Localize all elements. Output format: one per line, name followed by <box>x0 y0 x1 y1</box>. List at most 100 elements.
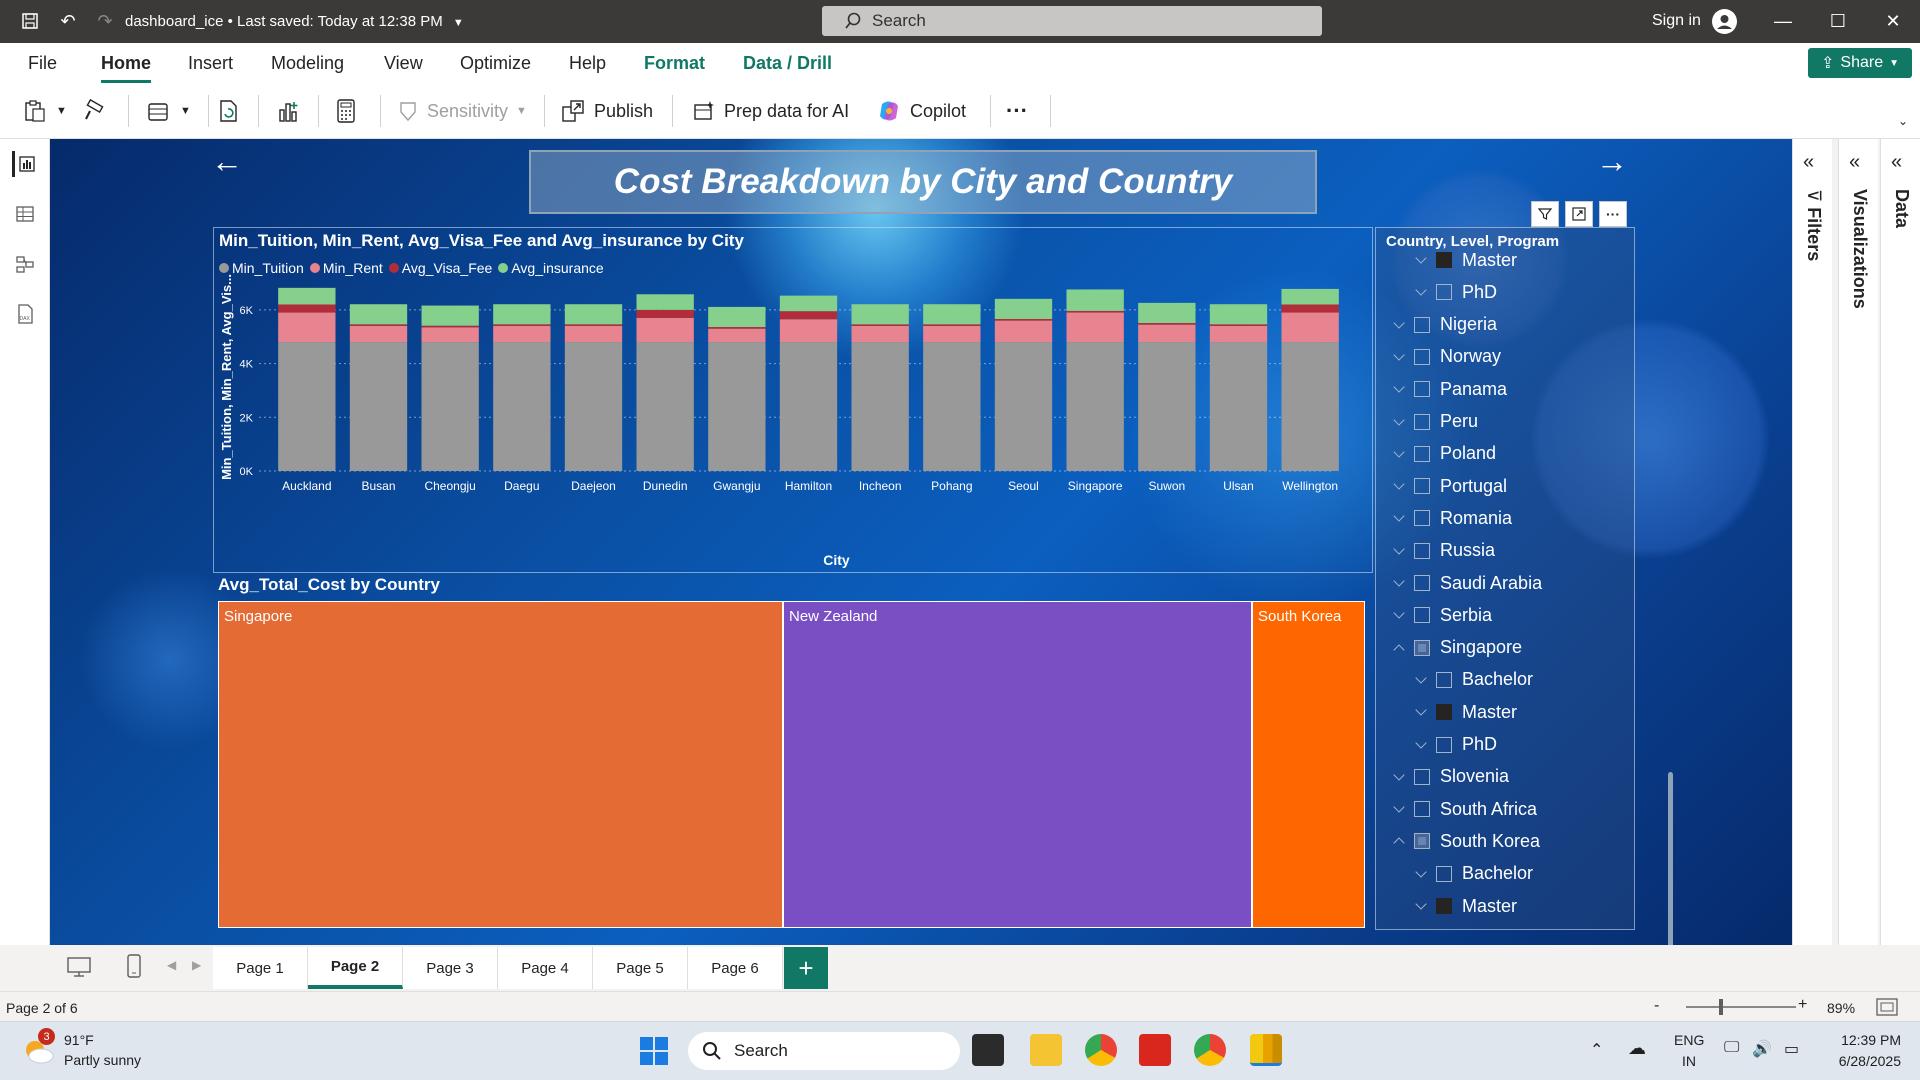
checkbox[interactable] <box>1414 801 1430 818</box>
more-options-button[interactable]: ··· <box>1006 93 1028 129</box>
checkbox[interactable] <box>1414 575 1430 591</box>
checkbox[interactable] <box>1414 478 1430 495</box>
checkbox[interactable] <box>1414 316 1430 333</box>
chevron-up-icon[interactable] <box>1392 834 1406 848</box>
tab-format[interactable]: Format <box>644 53 705 74</box>
slicer-item[interactable]: Poland <box>1392 440 1496 468</box>
chevron-down-icon[interactable] <box>1414 285 1428 299</box>
tab-view[interactable]: View <box>384 53 423 74</box>
tab-home[interactable]: Home <box>101 53 152 83</box>
treemap-tile-singapore[interactable]: Singapore <box>218 601 783 928</box>
stacked-bar-chart[interactable]: Min_Tuition, Min_Rent, Avg_Visa_Fee and … <box>213 227 1373 573</box>
zoom-slider[interactable] <box>1686 1006 1796 1008</box>
slicer-item[interactable]: PhD <box>1414 731 1497 759</box>
fit-to-page-icon[interactable] <box>1876 998 1898 1019</box>
slicer-item[interactable]: Master <box>1414 892 1517 920</box>
volume-icon[interactable]: 🔊 <box>1752 1039 1772 1059</box>
chevron-down-icon[interactable] <box>1392 350 1406 364</box>
file-explorer-icon[interactable] <box>1030 1034 1062 1066</box>
onedrive-icon[interactable]: ☁ <box>1628 1038 1646 1059</box>
chevron-up-icon[interactable] <box>1392 641 1406 655</box>
slicer-item[interactable]: Master <box>1414 246 1517 274</box>
tab-optimize[interactable]: Optimize <box>460 53 531 74</box>
clock-time[interactable]: 12:39 PM <box>1831 1032 1901 1048</box>
taskbar-search[interactable]: Search <box>688 1032 960 1070</box>
redo-icon[interactable]: ↷ <box>92 8 118 34</box>
slicer-item[interactable]: Russia <box>1392 537 1495 565</box>
scroll-right-icon[interactable]: ▶ <box>192 958 201 972</box>
new-visual-button[interactable] <box>275 93 301 129</box>
language-indicator[interactable]: ENG <box>1674 1032 1704 1048</box>
checkbox[interactable] <box>1414 413 1430 430</box>
page-tab-1[interactable]: Page 1 <box>213 947 308 989</box>
task-view-icon[interactable] <box>972 1034 1004 1066</box>
report-view-icon[interactable] <box>12 151 38 177</box>
chevron-down-icon[interactable] <box>1392 608 1406 622</box>
avatar[interactable] <box>1712 9 1737 34</box>
slicer-item[interactable]: Serbia <box>1392 601 1492 629</box>
slicer-item[interactable]: Bachelor <box>1414 666 1533 694</box>
treemap-tile-new-zealand[interactable]: New Zealand <box>783 601 1252 928</box>
chevron-down-icon[interactable] <box>1414 899 1428 913</box>
checkbox[interactable] <box>1414 445 1430 462</box>
focus-mode-icon[interactable] <box>1565 201 1593 227</box>
search-input[interactable]: Search <box>822 6 1322 36</box>
chevron-down-icon[interactable] <box>1414 673 1428 687</box>
tab-data-drill[interactable]: Data / Drill <box>743 53 832 74</box>
share-button[interactable]: ⇪ Share ▼ <box>1808 48 1912 78</box>
zoom-slider-thumb[interactable] <box>1719 999 1723 1015</box>
close-icon[interactable]: ✕ <box>1873 8 1913 34</box>
chevron-down-icon[interactable] <box>1414 867 1428 881</box>
checkbox[interactable] <box>1436 898 1452 914</box>
dax-query-view-icon[interactable]: DAX <box>12 301 38 327</box>
chevron-down-icon[interactable] <box>1414 253 1428 267</box>
chevron-left-double-icon[interactable]: « <box>1891 151 1902 174</box>
chevron-down-icon[interactable] <box>1392 544 1406 558</box>
checkbox[interactable] <box>1414 381 1430 398</box>
slicer-item[interactable]: South Africa <box>1392 795 1537 823</box>
slicer-item[interactable]: Singapore <box>1392 634 1522 662</box>
prep-data-button[interactable]: Prep data for AI <box>692 93 849 129</box>
file-title[interactable]: dashboard_ice • Last saved: Today at 12:… <box>125 13 464 30</box>
slicer-item[interactable]: Norway <box>1392 343 1501 371</box>
checkbox[interactable] <box>1414 348 1430 365</box>
mobile-layout-icon[interactable] <box>125 953 143 984</box>
sign-in-link[interactable]: Sign in <box>1652 12 1701 30</box>
add-page-button[interactable]: + <box>784 947 828 989</box>
battery-icon[interactable]: ▭ <box>1784 1039 1799 1059</box>
slicer-item[interactable]: Peru <box>1392 408 1478 436</box>
desktop-layout-icon[interactable] <box>66 955 92 984</box>
acrobat-icon[interactable] <box>1139 1034 1171 1066</box>
checkbox[interactable] <box>1436 736 1452 753</box>
chevron-down-icon[interactable] <box>1392 770 1406 784</box>
zoom-in-button[interactable]: + <box>1798 996 1807 1014</box>
chevron-down-icon[interactable] <box>1392 447 1406 461</box>
slicer-item[interactable]: Bachelor <box>1414 860 1533 888</box>
windows-start-icon[interactable] <box>638 1035 670 1072</box>
get-data-button[interactable]: ▼ <box>146 93 191 129</box>
chevron-left-double-icon[interactable]: « <box>1803 151 1814 174</box>
zoom-out-button[interactable]: - <box>1654 997 1659 1015</box>
tab-file[interactable]: File <box>28 53 57 74</box>
table-view-icon[interactable] <box>12 201 38 227</box>
ribbon-collapse-icon[interactable]: ⌄ <box>1898 103 1908 139</box>
checkbox[interactable] <box>1414 607 1430 624</box>
calculation-button[interactable] <box>335 93 357 129</box>
undo-icon[interactable]: ↶ <box>55 8 81 34</box>
slicer-item[interactable]: South Korea <box>1392 827 1540 855</box>
minimize-icon[interactable]: — <box>1763 8 1803 34</box>
arrow-left-icon[interactable]: ← <box>209 143 245 179</box>
model-view-icon[interactable] <box>12 251 38 277</box>
chevron-down-icon[interactable] <box>1392 511 1406 525</box>
refresh-button[interactable] <box>216 93 240 129</box>
checkbox[interactable] <box>1436 284 1452 301</box>
maximize-icon[interactable]: ☐ <box>1818 8 1858 34</box>
page-tab-5[interactable]: Page 5 <box>593 947 688 989</box>
slicer-item[interactable]: Panama <box>1392 375 1507 403</box>
checkbox[interactable] <box>1414 768 1430 785</box>
checkbox[interactable] <box>1436 704 1452 721</box>
tab-modeling[interactable]: Modeling <box>271 53 344 74</box>
checkbox[interactable] <box>1414 833 1430 850</box>
zoom-level[interactable]: 89% <box>1827 1000 1855 1016</box>
copilot-button[interactable]: Copilot <box>876 93 966 129</box>
